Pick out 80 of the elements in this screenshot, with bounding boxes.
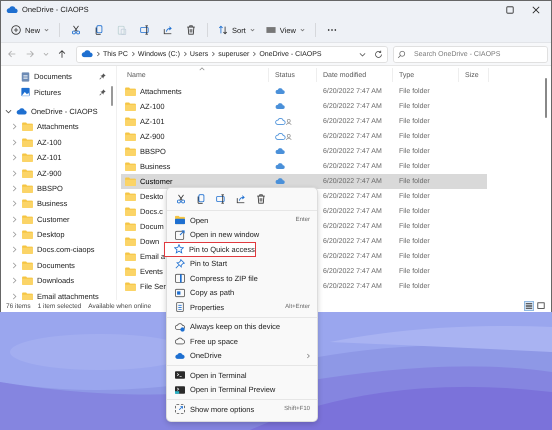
scrollbar[interactable] xyxy=(111,86,113,106)
square-icon xyxy=(537,302,545,310)
terminal-icon xyxy=(175,384,185,395)
trash-icon[interactable] xyxy=(186,25,196,35)
folder-icon xyxy=(125,147,136,156)
folder-icon xyxy=(22,245,33,254)
share-icon[interactable] xyxy=(163,25,174,35)
folder-icon xyxy=(125,237,136,246)
chevron-right-icon xyxy=(252,51,256,57)
copy-icon[interactable] xyxy=(196,194,206,204)
sort-icon xyxy=(218,25,228,35)
document-icon xyxy=(21,72,30,82)
external-window-icon xyxy=(175,230,185,240)
chevron-right-icon xyxy=(211,51,216,57)
scissors-icon[interactable] xyxy=(176,194,186,204)
caret-icon xyxy=(300,28,305,32)
maximize-icon[interactable] xyxy=(506,6,514,14)
folder-icon xyxy=(22,230,33,240)
folder-icon xyxy=(125,282,136,291)
folder-icon xyxy=(125,252,136,261)
folder-icon xyxy=(125,117,136,126)
expand-icon xyxy=(175,404,185,414)
terminal-icon xyxy=(175,370,185,380)
sort-caret-icon xyxy=(199,67,205,71)
star-icon xyxy=(174,244,184,254)
chevron-right-icon xyxy=(96,51,100,57)
folder-icon xyxy=(22,260,33,270)
folder-icon xyxy=(22,138,33,147)
view-icon xyxy=(266,25,276,35)
folder-icon xyxy=(22,214,33,224)
cloud-icon xyxy=(6,6,18,14)
folder-icon xyxy=(125,222,136,231)
zip-folder-icon xyxy=(175,273,185,284)
folder-icon xyxy=(125,192,136,201)
path-icon xyxy=(175,288,185,298)
folder-icon xyxy=(22,184,33,193)
properties-icon xyxy=(175,302,185,312)
folder-icon xyxy=(125,207,136,216)
folder-icon xyxy=(125,267,136,276)
refresh-icon[interactable] xyxy=(374,50,383,58)
folder-icon xyxy=(22,122,33,132)
folder-icon xyxy=(125,132,136,141)
folder-icon xyxy=(22,168,33,178)
cloud-icon xyxy=(175,350,185,361)
scissors-icon[interactable] xyxy=(71,25,82,35)
folder-icon xyxy=(125,162,136,171)
folder-icon xyxy=(22,276,33,286)
rename-icon[interactable] xyxy=(140,25,150,35)
folder-icon xyxy=(22,153,33,162)
close-icon[interactable] xyxy=(532,6,540,14)
scrollbar[interactable] xyxy=(545,78,547,118)
cloud-icon xyxy=(175,336,185,346)
up-arrow-icon[interactable] xyxy=(57,49,67,59)
cloud-person-icon xyxy=(275,118,292,125)
folder-icon xyxy=(175,215,185,226)
folder-icon xyxy=(125,87,136,96)
folder-icon xyxy=(22,199,33,208)
cloud-icon xyxy=(16,108,27,115)
share-icon[interactable] xyxy=(236,194,246,204)
folder-icon xyxy=(125,177,136,186)
cloud-person-icon xyxy=(275,133,292,140)
search-icon xyxy=(397,50,406,58)
tiles-view-button[interactable] xyxy=(536,301,546,311)
picture-icon xyxy=(21,87,30,98)
chevron-right-icon xyxy=(130,51,135,57)
caret-icon xyxy=(44,28,50,32)
details-view-button[interactable] xyxy=(524,301,534,311)
caret-icon xyxy=(250,28,255,32)
folder-icon xyxy=(125,102,136,111)
cloud-check-icon xyxy=(175,322,185,332)
rename-icon[interactable] xyxy=(216,194,226,204)
folder-icon xyxy=(22,292,33,300)
chevron-right-icon xyxy=(182,51,187,57)
plus-circle-icon xyxy=(11,25,21,35)
chevron-icon[interactable] xyxy=(5,108,12,115)
trash-icon[interactable] xyxy=(256,194,266,204)
list-icon xyxy=(525,302,533,310)
copy-icon[interactable] xyxy=(94,25,104,35)
cloud-icon xyxy=(81,50,93,58)
pin-icon xyxy=(175,258,185,269)
